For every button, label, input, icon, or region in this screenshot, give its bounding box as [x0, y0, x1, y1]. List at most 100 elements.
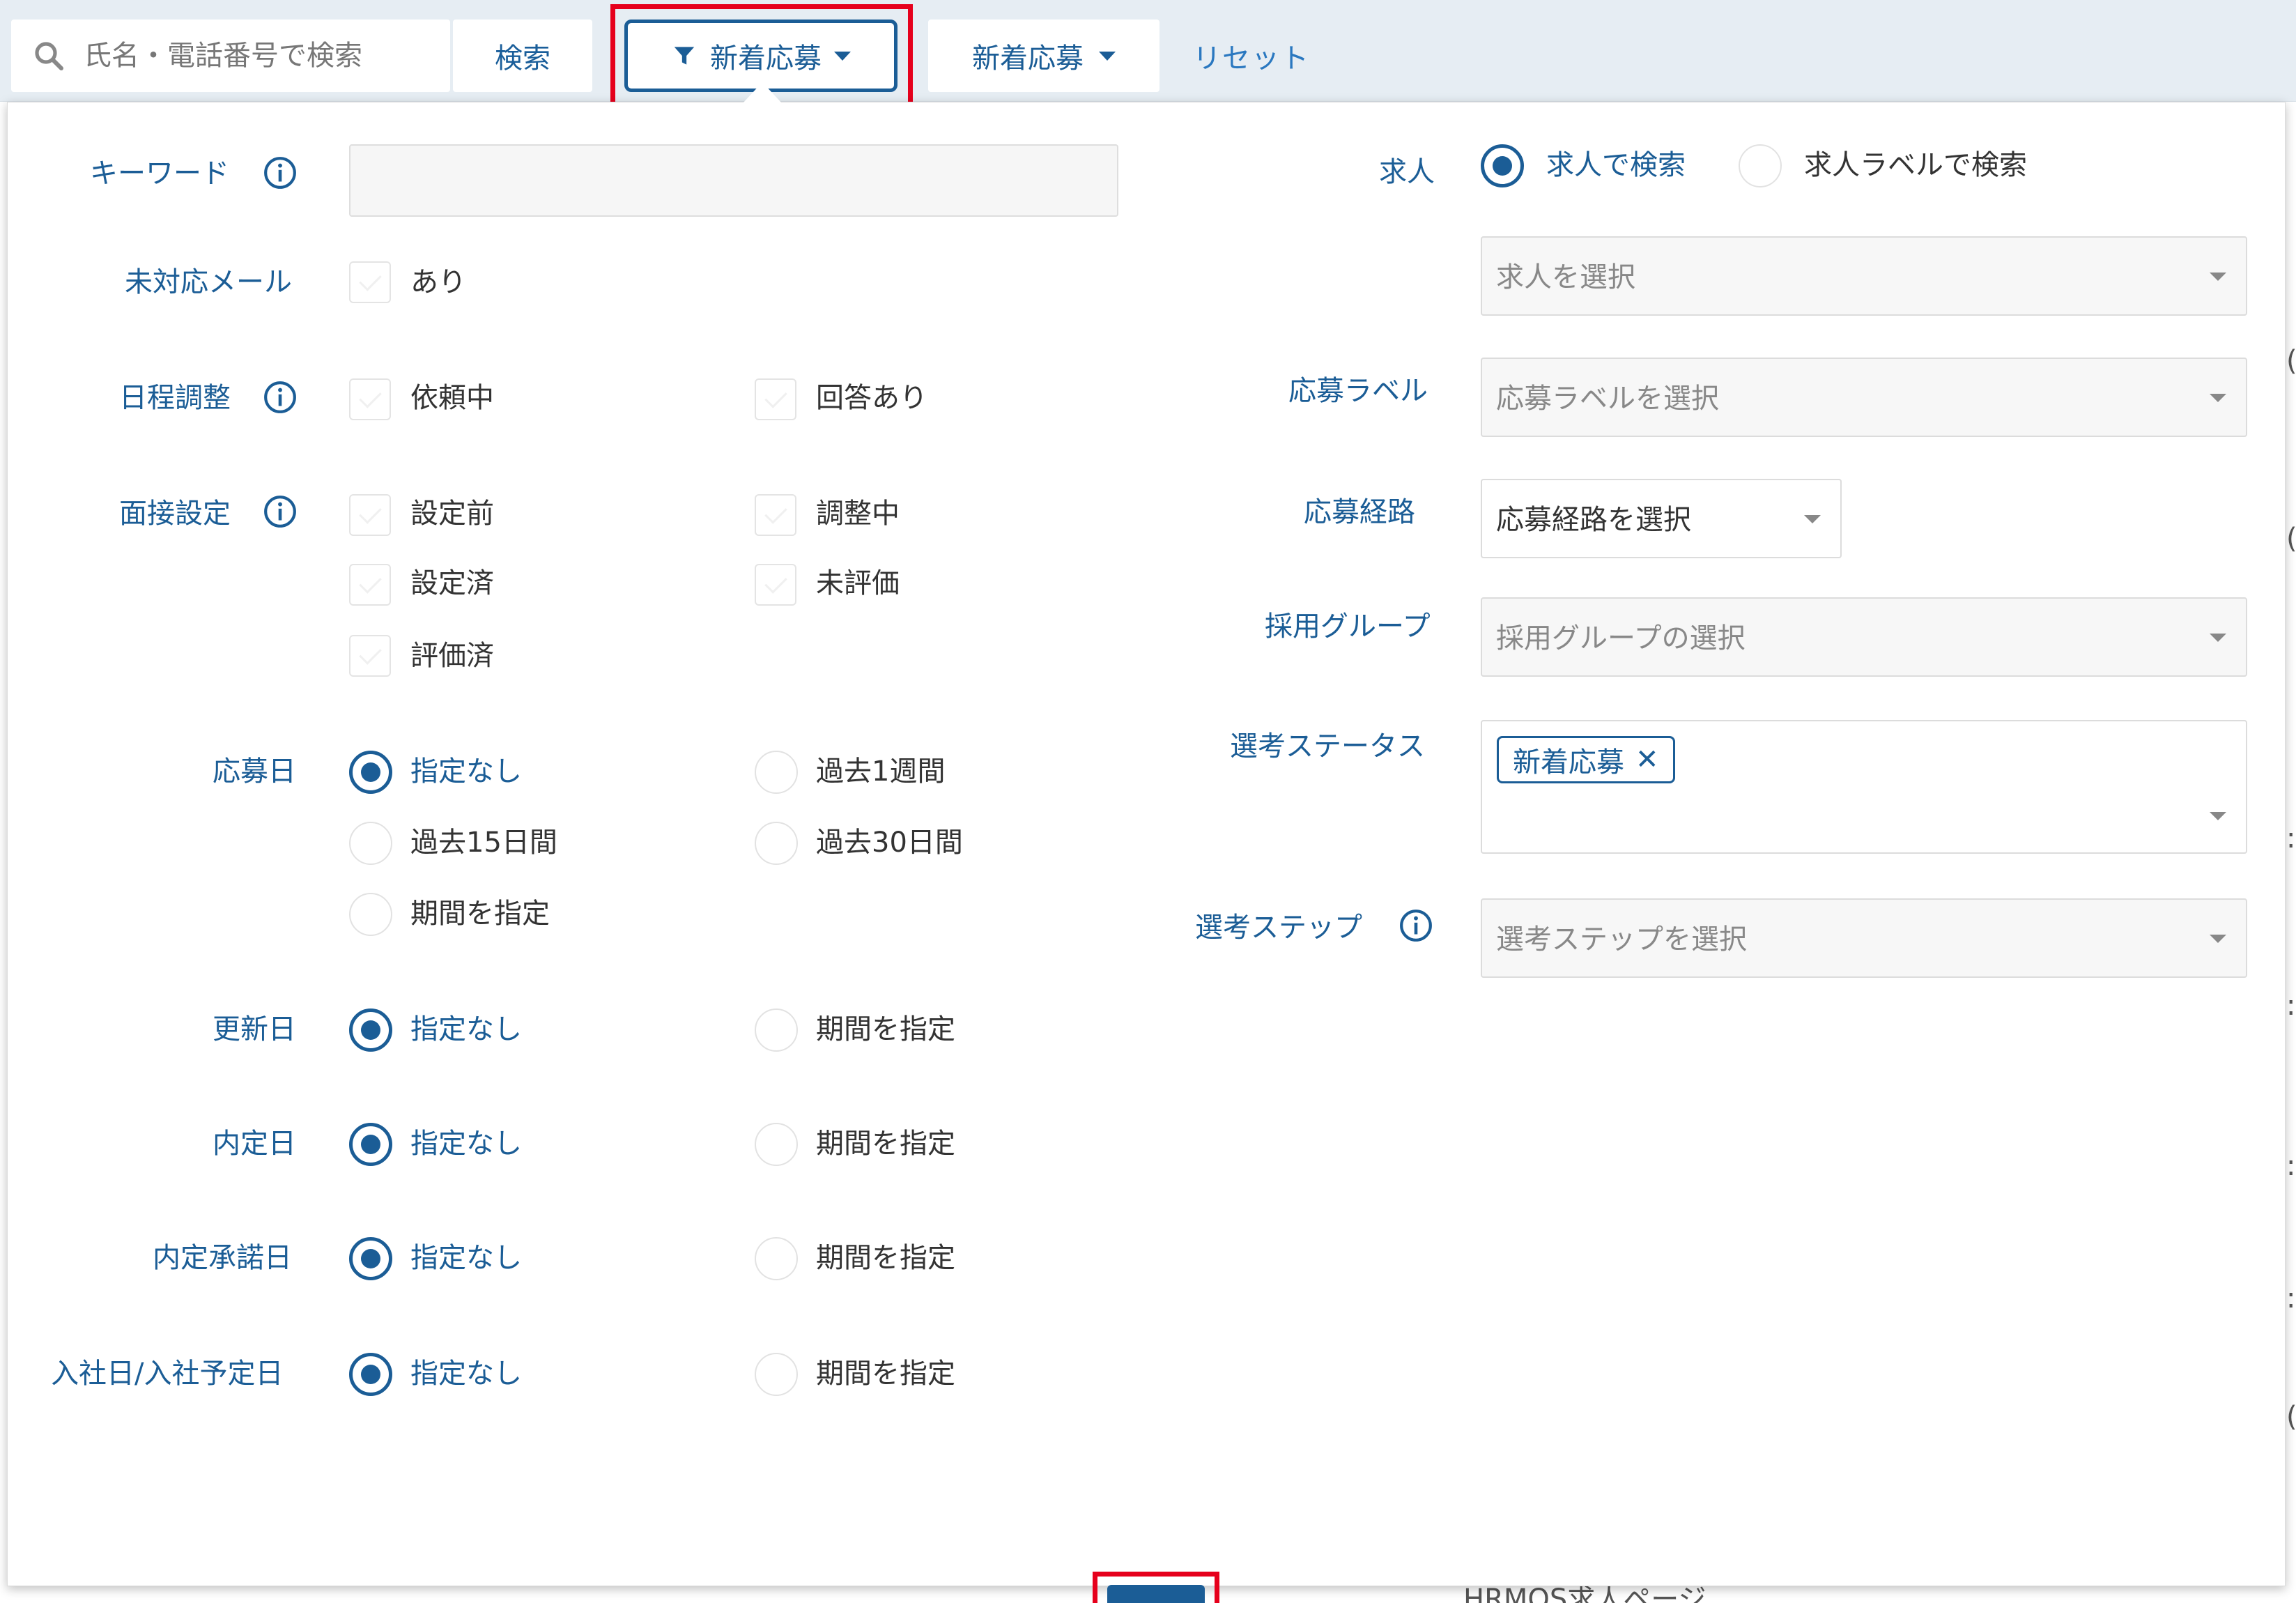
checkbox-label: 設定済 — [410, 567, 494, 599]
radio-label: 期間を指定 — [816, 1358, 955, 1390]
radio-label: 期間を指定 — [410, 898, 550, 930]
radio-label: 指定なし — [410, 1358, 522, 1390]
info-icon[interactable] — [263, 155, 298, 190]
info-icon[interactable] — [263, 494, 298, 529]
radio-label: 求人ラベルで検索 — [1804, 149, 2027, 181]
applied-date-label: 応募日 — [213, 756, 296, 788]
step-label: 選考ステップ — [1195, 912, 1362, 944]
close-icon[interactable]: ✕ — [1635, 746, 1659, 774]
background-fragment: : — [2286, 1150, 2296, 1182]
search-input[interactable]: 氏名・電話番号で検索 — [11, 20, 450, 92]
updated-date-none-radio[interactable] — [349, 1008, 392, 1052]
chevron-down-icon — [2210, 634, 2226, 642]
interview-unevaluated-checkbox[interactable] — [755, 564, 796, 606]
route-select[interactable]: 応募経路を選択 — [1481, 479, 1842, 558]
radio-label: 指定なし — [410, 1013, 522, 1045]
apply-button[interactable]: 適用 — [1107, 1585, 1205, 1603]
checkbox-label: 回答あり — [816, 382, 927, 414]
schedule-requested-checkbox[interactable] — [349, 378, 391, 420]
radio-label: 指定なし — [410, 756, 522, 788]
offer-accept-none-radio[interactable] — [349, 1237, 392, 1280]
interview-label: 面接設定 — [119, 498, 231, 530]
background-fragment: ( — [2286, 345, 2296, 377]
saved-filter-label: 新着応募 — [972, 43, 1084, 75]
offer-date-range-radio[interactable] — [755, 1123, 798, 1166]
route-placeholder: 応募経路を選択 — [1496, 504, 1691, 536]
chevron-down-icon — [1804, 515, 1821, 523]
background-fragment: : — [2286, 990, 2296, 1022]
applied-date-range-radio[interactable] — [349, 893, 392, 936]
background-fragment: ( — [2286, 523, 2296, 555]
info-icon[interactable] — [1399, 908, 1433, 943]
unread-mail-checkbox[interactable] — [349, 261, 391, 303]
applied-date-none-radio[interactable] — [349, 751, 392, 794]
chevron-down-icon — [2210, 935, 2226, 943]
status-tag: 新着応募 ✕ — [1497, 736, 1675, 783]
app-label-select[interactable]: 応募ラベルを選択 — [1481, 358, 2247, 437]
keyword-input[interactable] — [349, 144, 1118, 217]
step-select[interactable]: 選考ステップを選択 — [1481, 898, 2247, 978]
join-date-label: 入社日/入社予定日 — [51, 1358, 284, 1390]
radio-label: 期間を指定 — [816, 1128, 955, 1160]
interview-before-checkbox[interactable] — [349, 494, 391, 536]
route-label: 応募経路 — [1304, 496, 1415, 528]
group-placeholder: 採用グループの選択 — [1496, 622, 1746, 654]
chevron-down-icon — [2210, 812, 2226, 820]
schedule-answered-checkbox[interactable] — [755, 378, 796, 420]
filter-panel: キーワード 未対応メール あり 日程調整 依頼中 回答あり 面接設定 設定前 調… — [7, 102, 2286, 1603]
status-label: 選考ステータス — [1230, 730, 1425, 762]
search-icon — [35, 42, 63, 70]
group-select[interactable]: 採用グループの選択 — [1481, 597, 2247, 677]
radio-label: 指定なし — [410, 1128, 522, 1160]
unread-mail-label: 未対応メール — [125, 266, 292, 298]
reset-link[interactable]: リセット — [1193, 20, 1310, 92]
panel-pointer — [743, 82, 782, 103]
keyword-label: キーワード — [90, 158, 229, 190]
radio-label: 期間を指定 — [816, 1013, 955, 1045]
interview-evaluated-checkbox[interactable] — [349, 635, 391, 677]
background-fragment: : — [2286, 822, 2296, 854]
checkbox-label: 評価済 — [410, 640, 494, 672]
radio-label: 期間を指定 — [816, 1242, 955, 1274]
updated-date-label: 更新日 — [213, 1013, 296, 1045]
checkbox-label: あり — [410, 266, 466, 298]
checkbox-label: 依頼中 — [410, 382, 494, 414]
background-fragment: : — [2286, 1282, 2296, 1314]
schedule-label: 日程調整 — [119, 382, 231, 414]
chevron-down-icon — [2210, 273, 2226, 281]
interview-adjusting-checkbox[interactable] — [755, 494, 796, 536]
checkbox-label: 設定前 — [410, 498, 494, 530]
offer-date-none-radio[interactable] — [349, 1123, 392, 1166]
offer-accept-range-radio[interactable] — [755, 1237, 798, 1280]
search-button[interactable]: 検索 — [453, 20, 592, 92]
checkbox-label: 調整中 — [816, 498, 900, 530]
checkbox-label: 未評価 — [816, 567, 900, 599]
app-label-label: 応募ラベル — [1288, 375, 1428, 407]
radio-label: 求人で検索 — [1546, 149, 1686, 181]
applied-date-1week-radio[interactable] — [755, 751, 798, 794]
join-date-range-radio[interactable] — [755, 1353, 798, 1396]
job-select[interactable]: 求人を選択 — [1481, 236, 2247, 316]
radio-label: 指定なし — [410, 1242, 522, 1274]
chevron-down-icon — [1099, 51, 1116, 61]
radio-label: 過去15日間 — [410, 827, 557, 859]
job-select-placeholder: 求人を選択 — [1496, 261, 1635, 293]
join-date-none-radio[interactable] — [349, 1353, 392, 1396]
job-label: 求人 — [1379, 156, 1435, 188]
group-label: 採用グループ — [1265, 611, 1431, 643]
interview-set-checkbox[interactable] — [349, 564, 391, 606]
status-tag-label: 新着応募 — [1513, 746, 1624, 779]
offer-date-label: 内定日 — [213, 1128, 296, 1160]
updated-date-range-radio[interactable] — [755, 1008, 798, 1052]
job-label-search-radio[interactable] — [1739, 144, 1782, 187]
applied-date-15days-radio[interactable] — [349, 822, 392, 865]
applied-date-30days-radio[interactable] — [755, 822, 798, 865]
saved-filter-dropdown[interactable]: 新着応募 — [928, 20, 1159, 92]
radio-label: 過去1週間 — [816, 756, 946, 788]
offer-accept-date-label: 内定承諾日 — [153, 1242, 292, 1274]
job-search-radio[interactable] — [1481, 144, 1524, 187]
info-icon[interactable] — [263, 380, 298, 415]
radio-label: 過去30日間 — [816, 827, 963, 859]
chevron-down-icon — [2210, 394, 2226, 402]
step-placeholder: 選考ステップを選択 — [1496, 923, 1747, 956]
